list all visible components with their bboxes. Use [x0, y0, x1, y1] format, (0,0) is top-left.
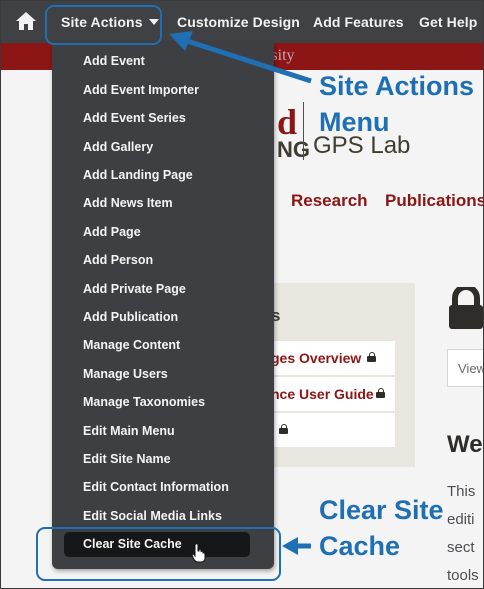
annotation-clear-cache-line2: Cache — [319, 531, 401, 561]
screenshot-frame: Site Actions Customize Design Add Featur… — [0, 0, 484, 589]
arrow-head-icon — [282, 537, 298, 555]
annotation-site-actions-line1: Site Actions — [319, 71, 475, 101]
annotation-site-actions-line2: Menu — [319, 107, 390, 137]
annotation-clear-cache-line1: Clear Site — [319, 495, 444, 525]
